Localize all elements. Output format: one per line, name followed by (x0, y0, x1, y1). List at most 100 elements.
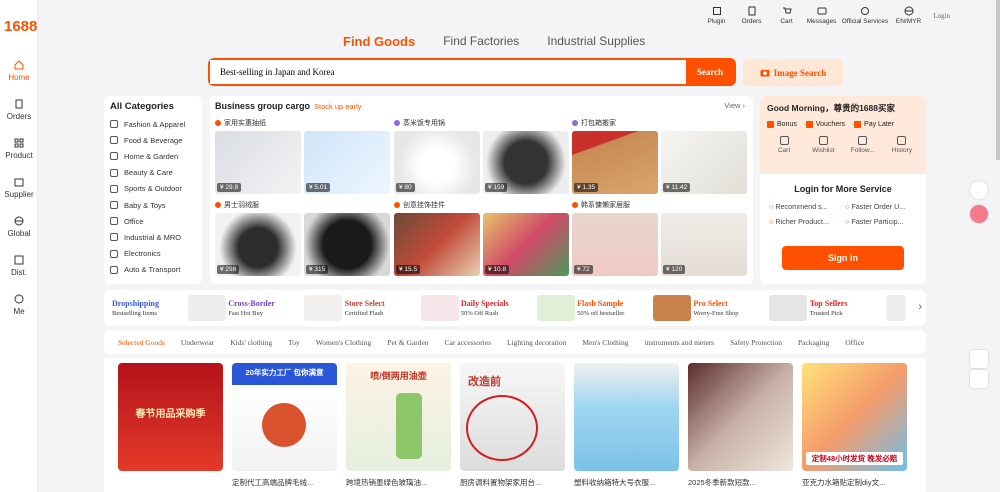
login-link[interactable]: Login (933, 12, 950, 20)
feed-tab[interactable]: Safety Protection (730, 338, 782, 347)
category-item[interactable]: Home & Garden (110, 148, 196, 164)
product-thumb[interactable]: ¥ 29.8 (215, 131, 301, 194)
feed-tab[interactable]: Underwear (181, 338, 214, 347)
category-item[interactable]: Electronics (110, 246, 196, 262)
topnav-messages[interactable]: Messages (804, 6, 839, 25)
group-card[interactable]: 蒸米饭专用锅 ¥ 80 ¥ 159 (394, 118, 570, 194)
feedback-icon[interactable] (970, 350, 988, 368)
view-all-link[interactable]: View › (724, 101, 745, 110)
price-tag: ¥ 11.42 (663, 183, 691, 192)
float-assistant-icon[interactable] (970, 205, 988, 223)
perk-pay-later[interactable]: Pay Later (854, 121, 894, 128)
tab-find-goods[interactable]: Find Goods (343, 34, 415, 49)
topnav-language[interactable]: EN/MYR (891, 6, 926, 25)
action-cart[interactable]: Cart (767, 136, 801, 154)
product-thumb[interactable]: ¥ 315 (304, 213, 390, 276)
search-button[interactable]: Search (686, 60, 734, 84)
category-item[interactable]: Auto & Transport (110, 262, 196, 278)
product-card[interactable]: 喷/倒两用油壶 跨境热销墨绿色玻璃油... (346, 363, 451, 487)
promo-title: Flash Sample (577, 299, 624, 308)
category-label: Home & Garden (124, 151, 179, 161)
action-wishlist[interactable]: Wishlist (806, 136, 840, 154)
promo-top-sellers[interactable]: Top Sellers Trusted Pick (810, 295, 926, 321)
product-thumb[interactable]: ¥ 11.42 (661, 131, 747, 194)
chat-icon (817, 7, 826, 15)
logo[interactable]: 1688 (4, 18, 37, 35)
page-scrollbar[interactable] (996, 0, 1000, 160)
feed-tab[interactable]: Packaging (798, 338, 829, 347)
product-card[interactable]: 20年实力工厂 包你满意 定制代工高端品牌毛绒... (232, 363, 337, 487)
category-item[interactable]: Fashion & Apparel (110, 116, 196, 132)
product-card[interactable]: 春节用品采购季 (118, 363, 223, 487)
group-card[interactable]: 家用实惠抽纸 ¥ 29.8 ¥ 5.01 (215, 118, 391, 194)
sidebar-item-orders[interactable]: Orders (0, 99, 38, 121)
promo-store-select[interactable]: Store Select Certified Flash (345, 295, 461, 321)
topnav-official-services[interactable]: Official Services (839, 6, 891, 25)
sidebar-item-me[interactable]: Me (0, 294, 38, 316)
image-search-button[interactable]: Image Search (743, 59, 843, 86)
feed-tab[interactable]: Pet & Garden (387, 338, 428, 347)
category-item[interactable]: Baby & Toys (110, 197, 196, 213)
promo-pro-select[interactable]: Pro Select Worry-Free Shop (693, 295, 809, 321)
perk-bonus[interactable]: Bonus (767, 121, 797, 128)
product-thumb[interactable]: ¥ 120 (661, 213, 747, 276)
topnav-plugin[interactable]: Plugin (699, 6, 734, 25)
category-item[interactable]: Industrial & MRO (110, 229, 196, 245)
product-card[interactable]: 定制48小时发货 晚发必赔 亚克力水箱贴定制diy文... (802, 363, 907, 487)
product-card[interactable]: 2025冬季新款短款... (688, 363, 793, 487)
product-thumb[interactable]: ¥ 298 (215, 213, 301, 276)
sidebar-item-home[interactable]: Home (0, 60, 38, 82)
category-item[interactable]: Sports & Outdoor (110, 181, 196, 197)
topnav-cart[interactable]: Cart (769, 6, 804, 25)
group-card[interactable]: 打包箱搬家 ¥ 1.35 ¥ 11.42 (572, 118, 748, 194)
tab-find-factories[interactable]: Find Factories (443, 34, 519, 49)
feed-tab[interactable]: instruments and meters (645, 338, 715, 347)
category-item[interactable]: Food & Beverage (110, 132, 196, 148)
promo-flash-sample[interactable]: Flash Sample 50% off bestseller (577, 295, 693, 321)
feed-tab[interactable]: Men's Clothing (582, 338, 628, 347)
feed-tab[interactable]: Office (845, 338, 864, 347)
category-item[interactable]: Office (110, 213, 196, 229)
feed-tab[interactable]: Lighting decoration (507, 338, 566, 347)
group-card[interactable]: 韩系慵懒家居服 ¥ 72 ¥ 120 (572, 200, 748, 276)
perk-vouchers[interactable]: Vouchers (805, 121, 845, 128)
topnav-orders[interactable]: Orders (734, 6, 769, 25)
edit-icon[interactable] (970, 370, 988, 388)
product-thumb[interactable]: ¥ 10.8 (483, 213, 569, 276)
grid-icon (14, 138, 24, 148)
product-title: 跨境热销墨绿色玻璃油... (346, 478, 428, 487)
feed-tab[interactable]: Kids' clothing (230, 338, 272, 347)
promo-dropshipping[interactable]: Dropshipping Bestselling Items (112, 295, 228, 321)
home-icon (110, 152, 118, 161)
tab-industrial-supplies[interactable]: Industrial Supplies (547, 34, 645, 49)
product-thumb[interactable]: ¥ 15.5 (394, 213, 480, 276)
sign-in-button[interactable]: Sign in (782, 246, 904, 270)
product-thumb[interactable]: ¥ 1.35 (572, 131, 658, 194)
feed-tab[interactable]: Toy (288, 338, 300, 347)
category-item[interactable]: Beauty & Care (110, 165, 196, 181)
sidebar-item-dist[interactable]: Dist. (0, 255, 38, 277)
feed-tab[interactable]: Car accessories (445, 338, 491, 347)
product-thumb[interactable]: ¥ 80 (394, 131, 480, 194)
sidebar-item-product[interactable]: Product (0, 138, 38, 160)
sidebar-item-supplier[interactable]: Supplier (0, 177, 38, 199)
feed-tab[interactable]: Women's Clothing (316, 338, 372, 347)
promo-cross-border[interactable]: Cross-Border Fast Hot Buy (228, 295, 344, 321)
product-thumb[interactable]: ¥ 72 (572, 213, 658, 276)
product-thumb[interactable]: ¥ 5.01 (304, 131, 390, 194)
category-label: Food & Beverage (124, 135, 183, 145)
product-card[interactable]: 改造前 厨房调料置物架家用台... (460, 363, 565, 487)
float-tool-icon[interactable] (970, 181, 988, 199)
action-history[interactable]: History (885, 136, 919, 154)
sidebar-item-label: Supplier (4, 190, 34, 199)
action-follow[interactable]: Follow... (846, 136, 880, 154)
group-card[interactable]: 男士羽绒服 ¥ 298 ¥ 315 (215, 200, 391, 276)
product-card[interactable]: 塑料收纳箱特大号衣服... (574, 363, 679, 487)
group-card[interactable]: 创意挂饰挂件 ¥ 15.5 ¥ 10.8 (394, 200, 570, 276)
sidebar-item-global[interactable]: Global (0, 216, 38, 238)
promo-daily-specials[interactable]: Daily Specials 50% Off Rush (461, 295, 577, 321)
search-input[interactable] (210, 60, 686, 84)
chevron-right-icon[interactable]: › (918, 301, 922, 313)
tab-selected-goods[interactable]: Selected Goods (118, 338, 165, 347)
product-thumb[interactable]: ¥ 159 (483, 131, 569, 194)
